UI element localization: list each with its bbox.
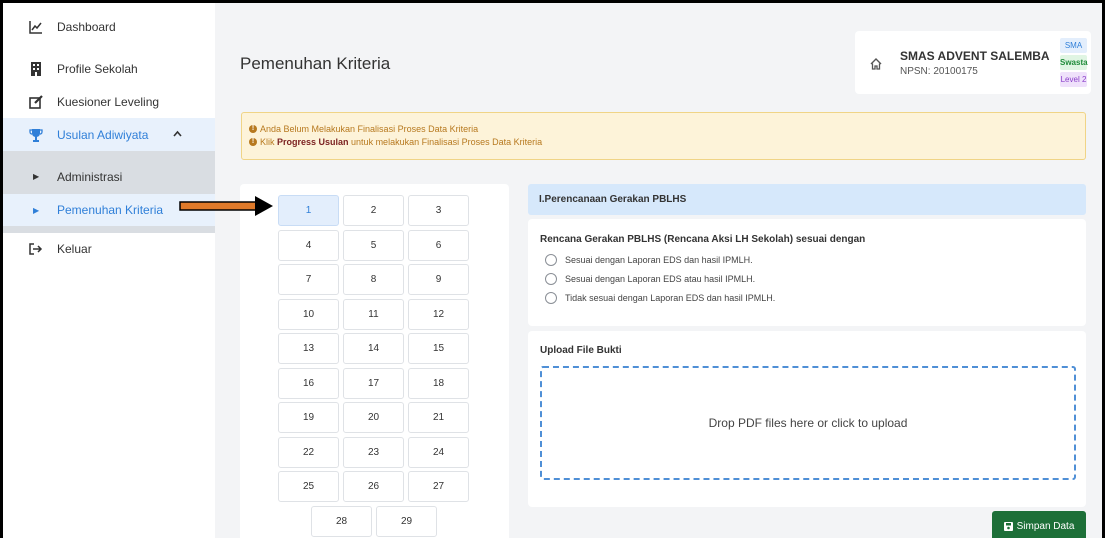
caret-right-icon: ▶ <box>33 172 40 181</box>
criteria-number-button[interactable]: 21 <box>408 402 469 433</box>
criteria-number-button[interactable]: 16 <box>278 367 339 399</box>
section-title: I.Perencanaan Gerakan PBLHS <box>528 184 1086 215</box>
criteria-number-button[interactable]: 18 <box>408 367 469 399</box>
alert-text-prefix: Klik <box>260 137 278 147</box>
criteria-number-button[interactable]: 29 <box>376 505 437 537</box>
criteria-number-button[interactable]: 5 <box>343 229 404 261</box>
radio-option[interactable]: Sesuai dengan Laporan EDS dan hasil IPML… <box>545 254 753 266</box>
sidebar-subitem-administrasi[interactable]: ▶ Administrasi <box>3 161 215 192</box>
sidebar-item-label: Dashboard <box>57 19 116 34</box>
submenu: ▶ Administrasi ▶ Pemenuhan Kriteria <box>3 151 215 233</box>
sidebar-subitem-label: Pemenuhan Kriteria <box>57 203 164 217</box>
radio-circle[interactable] <box>545 273 557 285</box>
criteria-number-button[interactable]: 2 <box>343 195 404 226</box>
sidebar-item-keluar[interactable]: Keluar <box>3 233 215 264</box>
upload-title: Upload File Bukti <box>540 345 622 356</box>
badge-status: Swasta <box>1060 55 1088 70</box>
dropzone-text: Drop PDF files here or click to upload <box>708 416 908 430</box>
badge-jenjang: SMA <box>1060 38 1087 53</box>
building-icon <box>29 61 43 76</box>
sidebar-subitem-label: Administrasi <box>57 169 123 184</box>
sign-out-icon <box>29 242 43 256</box>
sidebar: Dashboard Profile Sekolah Kuesioner Leve… <box>3 3 215 538</box>
save-button-label: Simpan Data <box>1016 520 1075 532</box>
save-button[interactable]: Simpan Data <box>992 511 1086 538</box>
school-npsn: NPSN: 20100175 <box>900 66 978 77</box>
criteria-number-button[interactable]: 20 <box>343 402 404 433</box>
criteria-number-button[interactable]: 13 <box>278 333 339 364</box>
progress-usulan-link[interactable]: Progress Usulan <box>277 137 349 147</box>
alert-text: Anda Belum Melakukan Finalisasi Proses D… <box>260 124 479 134</box>
badge-level: Level 2 <box>1060 72 1087 87</box>
criteria-number-button[interactable]: 11 <box>343 298 404 330</box>
sidebar-item-label: Keluar <box>57 241 92 256</box>
alert-line: ! Anda Belum Melakukan Finalisasi Proses… <box>249 124 478 134</box>
radio-option[interactable]: Sesuai dengan Laporan EDS atau hasil IPM… <box>545 273 755 285</box>
radio-option-label: Sesuai dengan Laporan EDS atau hasil IPM… <box>565 274 756 284</box>
radio-circle[interactable] <box>545 292 557 304</box>
criteria-number-button[interactable]: 28 <box>311 505 372 537</box>
school-name: SMAS ADVENT SALEMBA <box>900 49 1050 63</box>
alert-line: ! Klik Progress Usulan untuk melakukan F… <box>249 137 542 147</box>
warning-alert: ! Anda Belum Melakukan Finalisasi Proses… <box>241 112 1086 160</box>
radio-circle[interactable] <box>545 254 557 266</box>
criteria-number-button[interactable]: 10 <box>278 298 339 330</box>
exclamation-circle-icon: ! <box>249 138 257 146</box>
criteria-number-button[interactable]: 25 <box>278 471 339 502</box>
edit-icon <box>29 94 43 109</box>
criteria-number-button[interactable]: 8 <box>343 264 404 295</box>
school-info-card: SMAS ADVENT SALEMBA NPSN: 20100175 SMA S… <box>855 31 1091 94</box>
criteria-number-button[interactable]: 22 <box>278 436 339 468</box>
main-content: Pemenuhan Kriteria SMAS ADVENT SALEMBA N… <box>215 3 1102 538</box>
caret-right-icon: ▶ <box>33 205 40 215</box>
criteria-number-button[interactable]: 6 <box>408 229 469 261</box>
radio-option-label: Sesuai dengan Laporan EDS dan hasil IPML… <box>565 255 753 265</box>
sidebar-item-profile-sekolah[interactable]: Profile Sekolah <box>3 53 215 84</box>
criteria-number-button[interactable]: 24 <box>408 436 469 468</box>
alert-text-suffix: untuk melakukan Finalisasi Proses Data K… <box>348 137 543 147</box>
criteria-number-button[interactable]: 27 <box>408 471 469 502</box>
chevron-up-icon <box>173 127 182 141</box>
upload-card: Upload File Bukti Drop PDF files here or… <box>528 331 1086 507</box>
criteria-number-button[interactable]: 9 <box>408 264 469 295</box>
exclamation-circle-icon: ! <box>249 125 257 133</box>
criteria-number-button[interactable]: 1 <box>278 195 339 226</box>
sidebar-item-kuesioner-leveling[interactable]: Kuesioner Leveling <box>3 86 215 117</box>
save-icon <box>1003 521 1013 531</box>
sidebar-item-usulan-adiwiyata[interactable]: Usulan Adiwiyata <box>3 118 215 151</box>
criteria-number-button[interactable]: 3 <box>408 195 469 226</box>
criteria-number-button[interactable]: 26 <box>343 471 404 502</box>
radio-option[interactable]: Tidak sesuai dengan Laporan EDS dan hasi… <box>545 292 775 304</box>
criteria-number-button[interactable]: 15 <box>408 333 469 364</box>
criteria-number-grid: 1 2 3 4 5 6 7 8 9 10 11 12 13 14 15 16 17 18 19 20 21 22 23 24 2… <box>240 184 509 538</box>
sidebar-item-label: Usulan Adiwiyata <box>57 127 149 142</box>
home-icon[interactable] <box>870 57 882 70</box>
chart-line-icon <box>29 20 43 34</box>
page-title: Pemenuhan Kriteria <box>240 54 391 73</box>
question-card: Rencana Gerakan PBLHS (Rencana Aksi LH S… <box>528 219 1086 326</box>
sidebar-item-dashboard[interactable]: Dashboard <box>3 11 215 42</box>
trophy-icon <box>29 128 43 142</box>
criteria-number-button[interactable]: 7 <box>278 264 339 295</box>
question-text: Rencana Gerakan PBLHS (Rencana Aksi LH S… <box>540 234 866 245</box>
annotation-arrow-icon <box>179 194 275 218</box>
criteria-number-button[interactable]: 4 <box>278 229 339 261</box>
criteria-number-button[interactable]: 14 <box>343 333 404 364</box>
sidebar-item-label: Profile Sekolah <box>57 61 138 76</box>
sidebar-item-label: Kuesioner Leveling <box>57 94 160 109</box>
radio-option-label: Tidak sesuai dengan Laporan EDS dan hasi… <box>565 293 776 303</box>
criteria-number-button[interactable]: 17 <box>343 367 404 399</box>
pdf-dropzone[interactable]: Drop PDF files here or click to upload <box>540 366 1076 480</box>
criteria-number-button[interactable]: 19 <box>278 402 339 433</box>
criteria-number-button[interactable]: 12 <box>408 298 469 330</box>
criteria-number-button[interactable]: 23 <box>343 436 404 468</box>
